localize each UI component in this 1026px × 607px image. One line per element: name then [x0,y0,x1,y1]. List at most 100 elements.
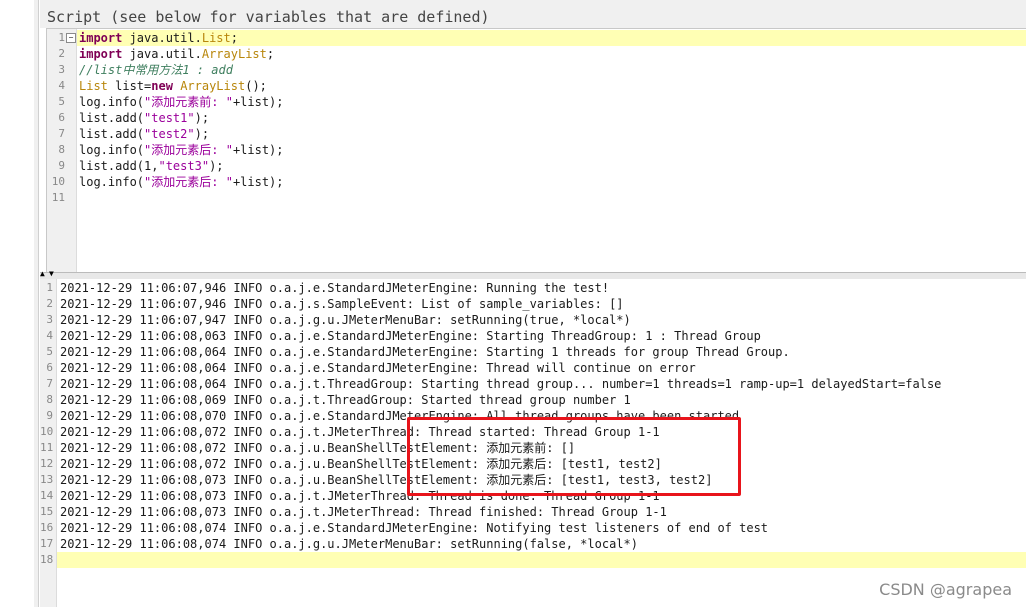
code-line[interactable]: 1− import java.util.List; [47,30,1026,46]
log-text: 2021-12-29 11:06:08,074 INFO o.a.j.e.Sta… [60,521,769,535]
log-line[interactable]: 15 2021-12-29 11:06:08,073 INFO o.a.j.t.J… [40,504,1026,520]
collapse-down-icon[interactable]: ▼ [49,269,54,278]
line-number: 7 [58,127,65,140]
code-line[interactable]: 6 list.add("test1"); [47,110,1026,126]
log-text: 2021-12-29 11:06:08,073 INFO o.a.j.t.JMe… [60,505,667,519]
log-text: 2021-12-29 11:06:08,069 INFO o.a.j.t.Thr… [60,393,631,407]
line-number: 4 [46,329,53,342]
code-text: list.add(1,"test3"); [79,158,224,174]
line-number: 6 [46,361,53,374]
code-token: java.util. [122,47,202,61]
code-token: "test3" [158,159,210,173]
code-text: List list=new ArrayList(); [79,78,267,94]
line-number: 18 [40,553,54,566]
line-number: 12 [40,457,54,470]
code-line[interactable]: 4 List list=new ArrayList(); [47,78,1026,94]
line-number: 16 [40,521,54,534]
code-token: ArrayList [201,47,267,61]
code-text: log.info("添加元素后: "+list); [79,174,284,190]
code-token: log.info( [79,143,145,157]
code-token: List [201,31,231,45]
fold-toggle-icon[interactable]: − [66,33,76,43]
left-splitter[interactable] [34,0,39,607]
code-line[interactable]: 9 list.add(1,"test3"); [47,158,1026,174]
line-number: 4 [58,79,65,92]
code-token: import [79,31,123,45]
annotation-highlight-box [407,417,741,496]
line-number: 1 [58,31,65,44]
code-text: list.add("test2"); [79,126,209,142]
code-token: "添加元素后: " [144,175,233,189]
code-token: log.info( [79,175,145,189]
code-token: (); [245,79,267,93]
watermark: CSDN @agrapea [879,580,1012,599]
line-number: 2 [46,297,53,310]
code-token: log.info( [79,95,145,109]
log-text: 2021-12-29 11:06:08,064 INFO o.a.j.e.Sta… [60,361,696,375]
code-token: list.add( [79,111,145,125]
code-token: ); [194,111,210,125]
code-token: +list); [232,143,284,157]
code-token: ; [230,31,238,45]
log-text: 2021-12-29 11:06:07,946 INFO o.a.j.e.Sta… [60,281,610,295]
code-line[interactable]: 11 [47,190,1026,206]
code-token: list.add(1, [79,159,159,173]
log-line[interactable]: 3 2021-12-29 11:06:07,947 INFO o.a.j.g.u.… [40,312,1026,328]
line-number: 7 [46,377,53,390]
code-text: import java.util.ArrayList; [79,46,274,62]
log-line[interactable]: 6 2021-12-29 11:06:08,064 INFO o.a.j.e.St… [40,360,1026,376]
script-editor[interactable]: 1− import java.util.List; 2 import java.uti… [46,28,1026,274]
line-number: 13 [40,473,54,486]
line-number: 11 [40,441,54,454]
line-number: 9 [58,159,65,172]
left-panel-edge [0,0,35,607]
line-number: 9 [46,409,53,422]
code-line[interactable]: 10 log.info("添加元素后: "+list); [47,174,1026,190]
code-text: import java.util.List; [79,30,238,46]
code-token: ); [209,159,224,173]
log-line[interactable]: 2 2021-12-29 11:06:07,946 INFO o.a.j.s.Sa… [40,296,1026,312]
code-line[interactable]: 3 //list中常用方法1 : add [47,62,1026,78]
log-line[interactable]: 7 2021-12-29 11:06:08,064 INFO o.a.j.t.Th… [40,376,1026,392]
line-number: 10 [40,425,54,438]
code-token: +list); [232,175,284,189]
code-text: log.info("添加元素前: "+list); [79,94,284,110]
log-line[interactable]: 4 2021-12-29 11:06:08,063 INFO o.a.j.e.St… [40,328,1026,344]
line-number: 10 [51,175,65,188]
log-line[interactable]: 5 2021-12-29 11:06:08,064 INFO o.a.j.e.St… [40,344,1026,360]
log-line[interactable]: 8 2021-12-29 11:06:08,069 INFO o.a.j.t.Th… [40,392,1026,408]
code-line[interactable]: 2 import java.util.ArrayList; [47,46,1026,62]
code-token: "test2" [144,127,195,141]
line-number: 6 [58,111,65,124]
log-line[interactable]: 1 2021-12-29 11:06:07,946 INFO o.a.j.e.St… [40,280,1026,296]
code-token: //list中常用方法1 : add [79,63,233,77]
code-token: import [79,47,123,61]
log-text: 2021-12-29 11:06:08,064 INFO o.a.j.e.Sta… [60,345,790,359]
code-token: "添加元素后: " [144,143,233,157]
code-token: "添加元素前: " [144,95,233,109]
collapse-up-icon[interactable]: ▲ [40,269,45,278]
line-number: 1 [46,281,53,294]
line-number: 8 [58,143,65,156]
log-line[interactable]: 16 2021-12-29 11:06:08,074 INFO o.a.j.e.S… [40,520,1026,536]
log-line[interactable]: 18 [40,552,1026,568]
line-number: 5 [46,345,53,358]
line-number: 11 [51,191,65,204]
code-token: "test1" [144,111,195,125]
code-token: List [79,79,108,93]
code-text: list.add("test1"); [79,110,209,126]
line-number: 2 [58,47,65,60]
code-line[interactable]: 7 list.add("test2"); [47,126,1026,142]
log-line[interactable]: 17 2021-12-29 11:06:08,074 INFO o.a.j.g.u… [40,536,1026,552]
line-number: 15 [40,505,54,518]
code-line[interactable]: 8 log.info("添加元素后: "+list); [47,142,1026,158]
code-token: ); [194,127,210,141]
code-token: +list); [232,95,284,109]
code-token: java.util. [122,31,202,45]
code-token: new [151,79,173,93]
code-text: log.info("添加元素后: "+list); [79,142,284,158]
line-number: 8 [46,393,53,406]
code-line[interactable]: 5 log.info("添加元素前: "+list); [47,94,1026,110]
code-token: ; [266,47,275,61]
line-number: 3 [46,313,53,326]
